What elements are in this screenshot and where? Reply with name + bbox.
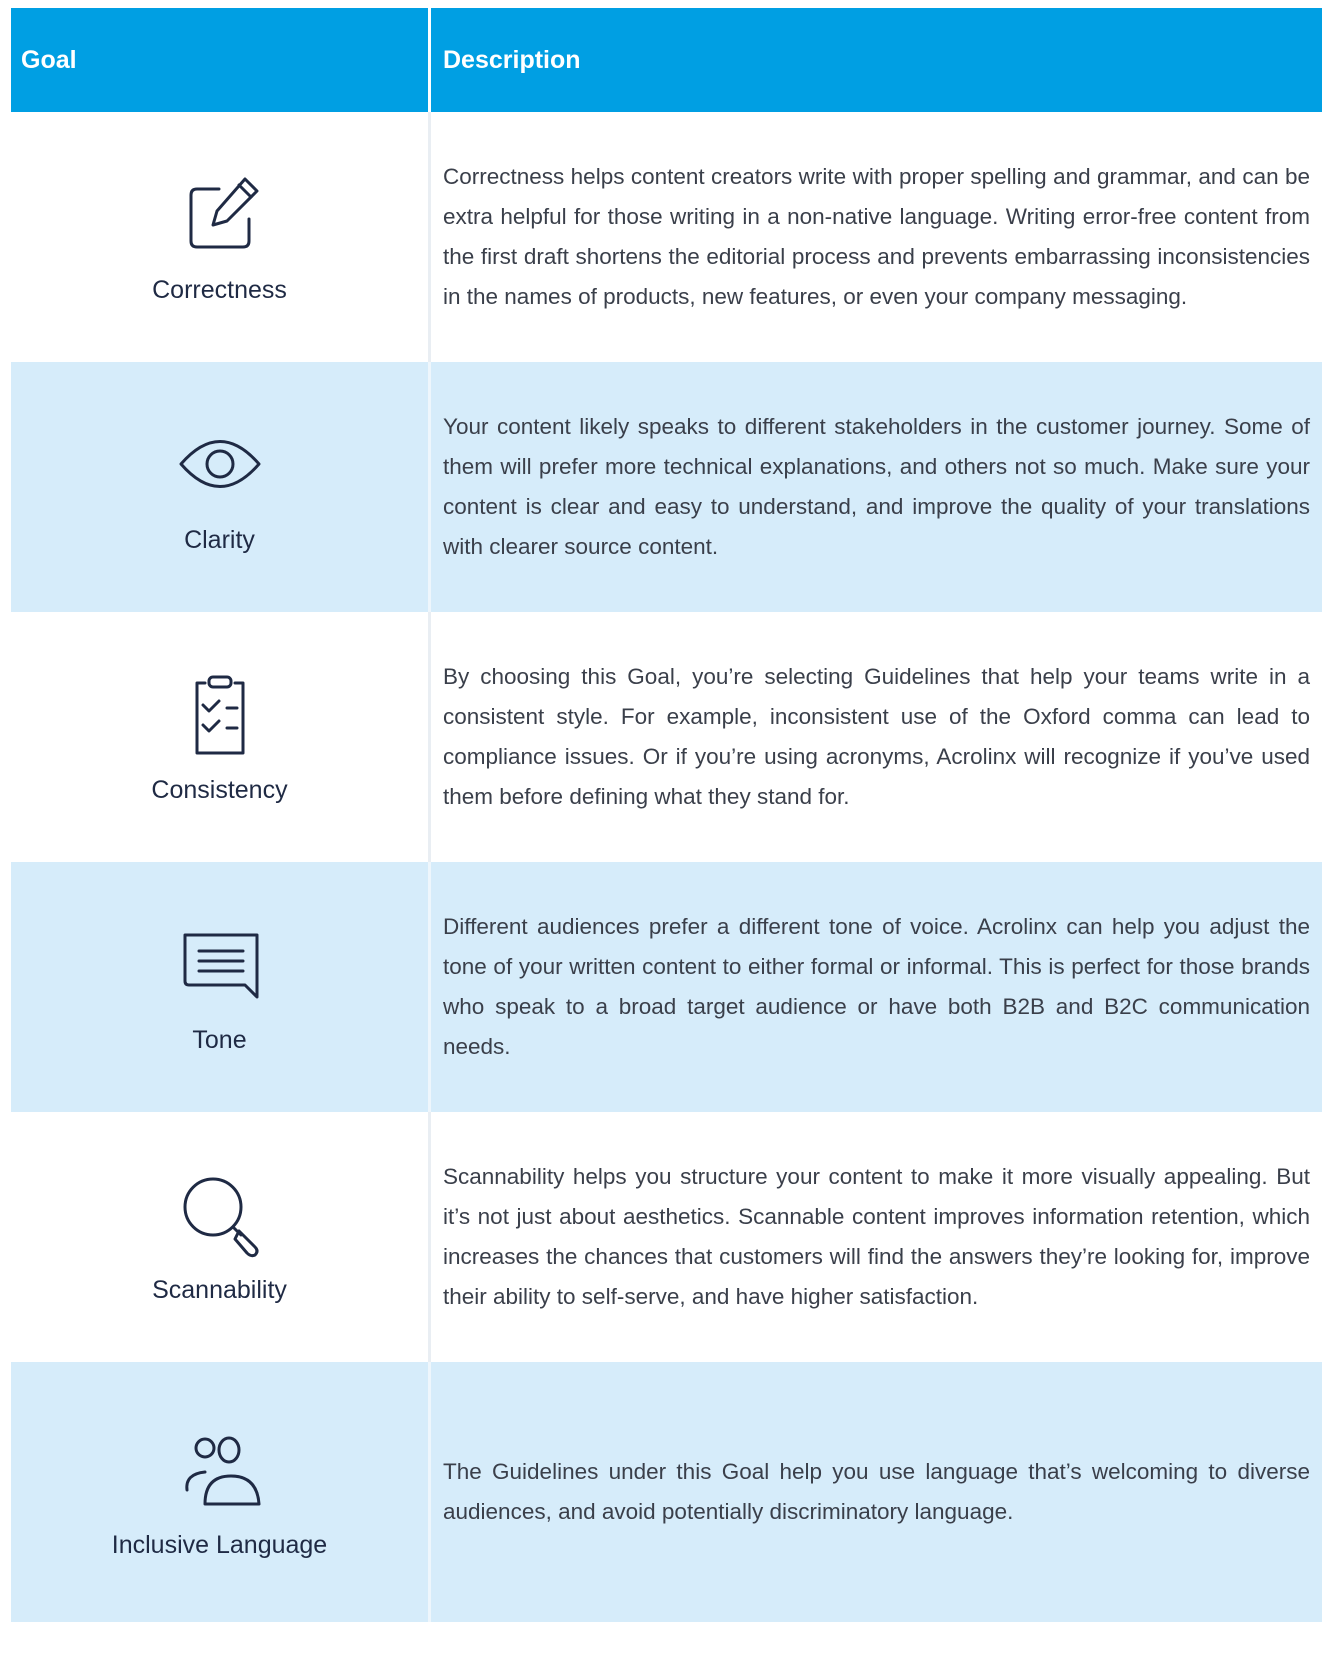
description-cell: Different audiences prefer a different t… — [431, 862, 1322, 1112]
header-description: Description — [443, 45, 581, 74]
table-row: Consistency By choosing this Goal, you’r… — [11, 612, 1322, 862]
clipboard-checklist-icon — [195, 675, 244, 755]
goal-cell: Tone — [11, 862, 431, 1112]
table-row: Scannability Scannability helps you stru… — [11, 1112, 1322, 1362]
goal-label: Scannability — [152, 1276, 287, 1304]
table-row: Tone Different audiences prefer a differ… — [11, 862, 1322, 1112]
magnifier-icon — [183, 1177, 258, 1258]
goal-cell: Inclusive Language — [11, 1362, 431, 1622]
description-text: Your content likely speaks to different … — [443, 414, 1310, 559]
goal-cell: Consistency — [11, 612, 431, 862]
description-text: Correctness helps content creators write… — [443, 164, 1310, 309]
goal-label: Consistency — [151, 776, 288, 804]
goal-cell: Clarity — [11, 362, 431, 612]
description-text: Different audiences prefer a different t… — [443, 914, 1310, 1059]
description-cell: Your content likely speaks to different … — [431, 362, 1322, 612]
header-goal: Goal — [11, 8, 431, 112]
table-header: Goal Description — [11, 8, 1322, 112]
description-text: Scannability helps you structure your co… — [443, 1164, 1310, 1309]
goal-label: Inclusive Language — [111, 1531, 328, 1559]
description-cell: Scannability helps you structure your co… — [431, 1112, 1322, 1362]
description-text: By choosing this Goal, you’re selecting … — [443, 664, 1310, 809]
goal-cell: Scannability — [11, 1112, 431, 1362]
chat-bubble-icon — [183, 933, 258, 999]
goals-table: Goal Description Correctness Correctness… — [11, 8, 1322, 1622]
goal-label: Clarity — [184, 526, 255, 554]
description-text: The Guidelines under this Goal help you … — [443, 1459, 1310, 1524]
table-row: Clarity Your content likely speaks to di… — [11, 362, 1322, 612]
goal-label: Correctness — [152, 276, 287, 304]
table-row: Inclusive Language The Guidelines under … — [11, 1362, 1322, 1622]
people-icon — [184, 1436, 260, 1506]
goal-cell: Correctness — [11, 112, 431, 362]
description-cell: Correctness helps content creators write… — [431, 112, 1322, 362]
edit-icon — [189, 177, 258, 249]
eye-icon — [179, 440, 260, 488]
description-cell: The Guidelines under this Goal help you … — [431, 1362, 1322, 1622]
table-row: Correctness Correctness helps content cr… — [11, 112, 1322, 362]
description-cell: By choosing this Goal, you’re selecting … — [431, 612, 1322, 862]
goal-label: Tone — [192, 1026, 247, 1054]
